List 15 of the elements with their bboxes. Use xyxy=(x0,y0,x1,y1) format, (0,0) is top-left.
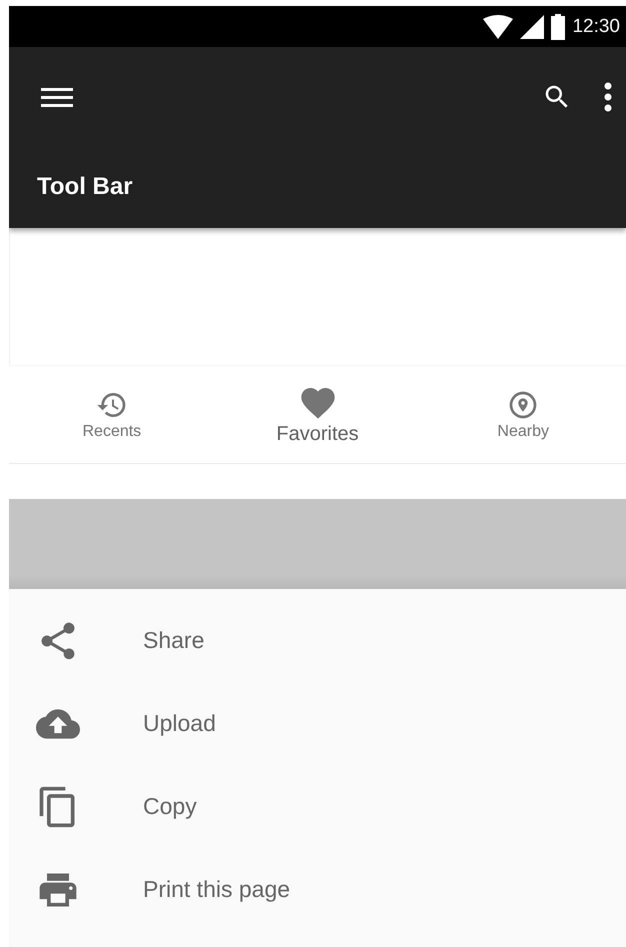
wifi-icon xyxy=(483,14,514,38)
navigation-tab[interactable]: Nearby xyxy=(420,366,626,463)
sheet-item[interactable]: Print this page xyxy=(9,848,626,931)
menu-icon xyxy=(41,85,73,109)
more-vertical-icon xyxy=(604,82,612,112)
location-pin-icon xyxy=(507,388,540,420)
sheet-item[interactable]: Copy xyxy=(9,765,626,848)
sheet-item[interactable]: Share xyxy=(9,599,626,682)
sheet-item[interactable]: Upload xyxy=(9,682,626,765)
navigation-tab[interactable]: Favorites xyxy=(214,366,420,463)
battery-icon xyxy=(551,14,566,40)
status-time: 12:30 xyxy=(572,16,620,38)
signal-icon xyxy=(520,14,544,38)
toolbar-title: Tool Bar xyxy=(36,172,134,201)
navigation-tab[interactable]: Recents xyxy=(9,366,215,463)
